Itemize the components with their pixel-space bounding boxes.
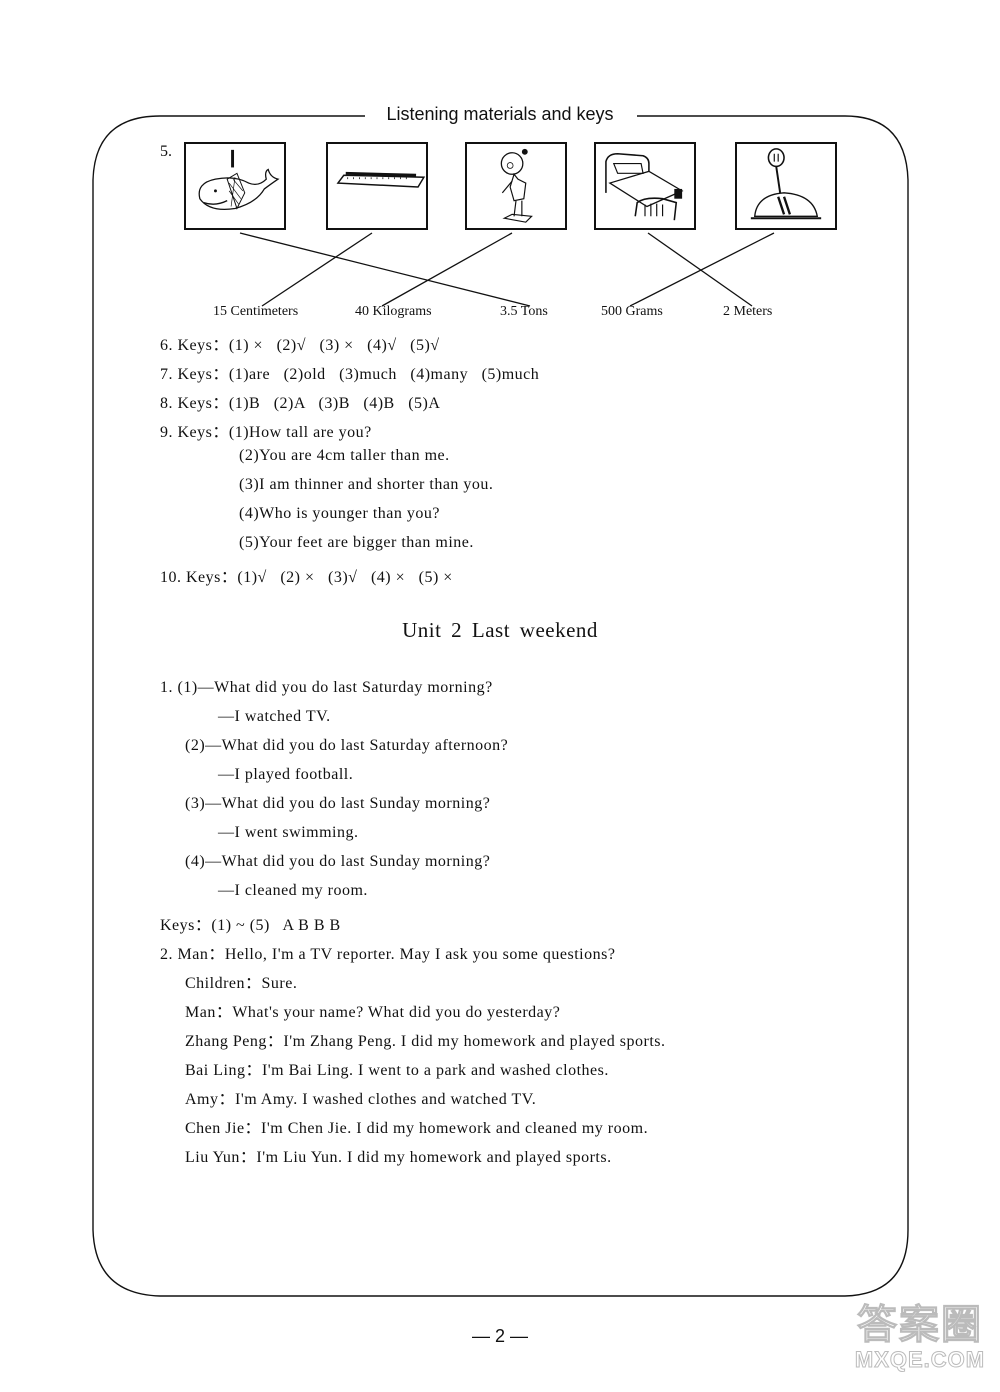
answer-key-9-item-4: (4)Who is younger than you?: [239, 505, 441, 522]
u2-q2-line: Zhang Peng：I'm Zhang Peng. I did my home…: [185, 1033, 666, 1050]
header-title: Listening materials and keys: [0, 104, 1000, 125]
match-lines: [239, 232, 775, 307]
match-line-1: [239, 232, 531, 307]
ruler-picture: [326, 142, 428, 230]
answer-key-9-item-3: (3)I am thinner and shorter than you.: [239, 476, 494, 493]
unit-title: Unit 2 Last weekend: [402, 618, 598, 642]
u2-q1-line: (4)—What did you do last Sunday morning?: [185, 853, 491, 870]
u2-q1-line: —I went swimming.: [218, 824, 359, 841]
match-line-2: [261, 232, 373, 307]
whale-picture: [184, 142, 286, 230]
u2-q1-line: —I cleaned my room.: [218, 882, 368, 899]
answer-key-6: 6. Keys：(1) × (2)√ (3) × (4)√ (5)√: [160, 337, 440, 354]
girl-on-scale-picture: [465, 142, 567, 230]
label-3-5-tons: 3.5 Tons: [500, 304, 548, 319]
u2-q2-line: Bai Ling：I'm Bai Ling. I went to a park …: [185, 1062, 609, 1079]
u2-q2-line: Man：What's your name? What did you do ye…: [185, 1004, 561, 1021]
answer-key-10: 10. Keys：(1)√ (2) × (3)√ (4) × (5) ×: [160, 569, 453, 586]
u2-q2-line: Chen Jie：I'm Chen Jie. I did my homework…: [185, 1120, 649, 1137]
match-line-4: [647, 232, 753, 307]
label-15-centimeters: 15 Centimeters: [213, 304, 299, 319]
u2-q2-line: Children：Sure.: [185, 975, 298, 992]
u2-q2-line: Liu Yun：I'm Liu Yun. I did my homework a…: [185, 1149, 612, 1166]
match-line-5: [629, 232, 775, 307]
match-line-3: [381, 232, 513, 307]
u2-q1-line: —I watched TV.: [218, 708, 331, 725]
question-5-number: 5.: [160, 143, 172, 160]
answer-key-7: 7. Keys：(1)are (2)old (3)much (4)many (5…: [160, 366, 540, 383]
watermark-text-cn: 答案圈: [857, 1303, 983, 1348]
u2-q2-line: Amy：I'm Amy. I washed clothes and watche…: [185, 1091, 537, 1108]
label-40-kilograms: 40 Kilograms: [355, 304, 432, 319]
watermark-logo: 答案圈 MXQE.COM: [845, 1303, 995, 1373]
bed-picture: [594, 142, 696, 230]
scale-picture: [735, 142, 837, 230]
answer-key-9-item-5: (5)Your feet are bigger than mine.: [239, 534, 474, 551]
watermark-text-en: MXQE.COM: [854, 1347, 986, 1373]
label-2-meters: 2 Meters: [723, 304, 773, 319]
u2-q1-line: (2)—What did you do last Saturday aftern…: [185, 737, 509, 754]
u2-q2-line: 2. Man：Hello, I'm a TV reporter. May I a…: [160, 946, 616, 963]
answer-key-9: 9. Keys：(1)How tall are you?: [160, 424, 372, 441]
answer-key-8: 8. Keys：(1)B (2)A (3)B (4)B (5)A: [160, 395, 441, 412]
u2-q1-line: 1. (1)—What did you do last Saturday mor…: [160, 679, 493, 696]
u2-q1-keys: Keys：(1) ~ (5) A B B B: [160, 917, 341, 934]
u2-q1-line: (3)—What did you do last Sunday morning?: [185, 795, 491, 812]
answer-key-9-item-2: (2)You are 4cm taller than me.: [239, 447, 450, 464]
u2-q1-line: —I played football.: [218, 766, 354, 783]
label-500-grams: 500 Grams: [601, 304, 663, 319]
